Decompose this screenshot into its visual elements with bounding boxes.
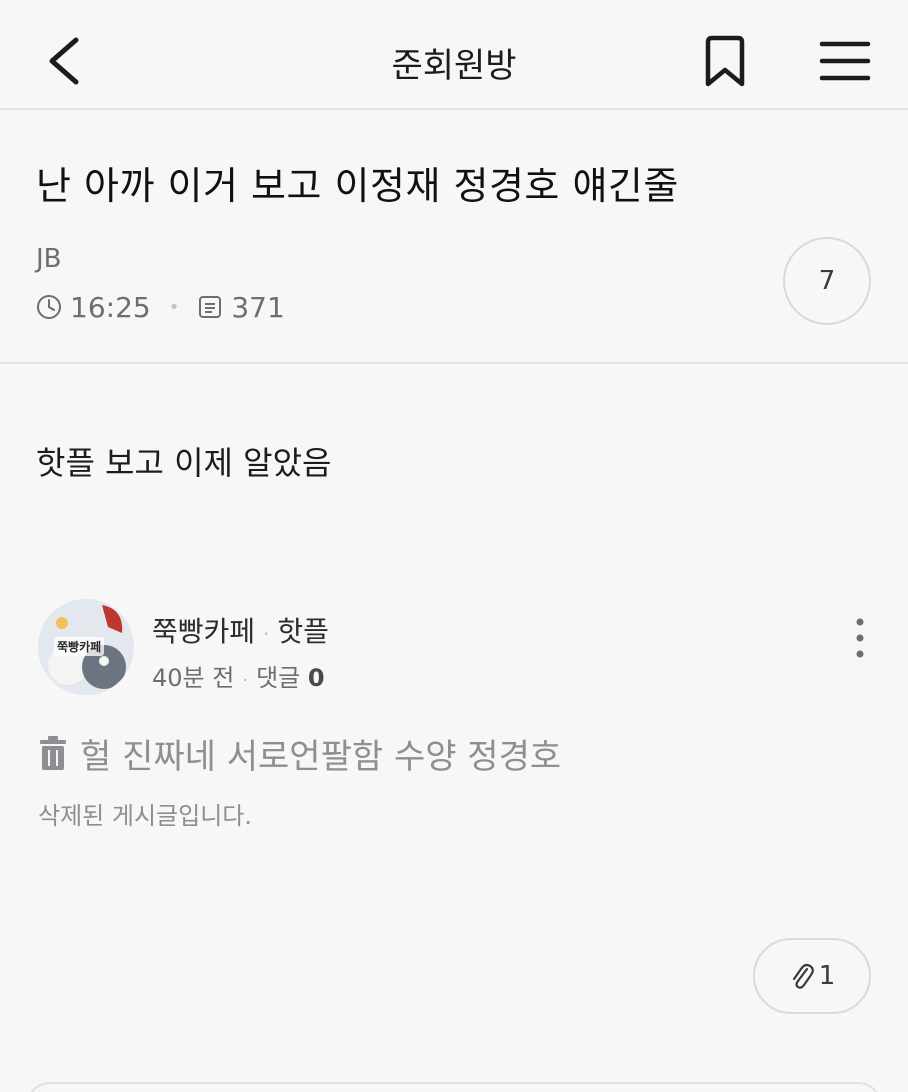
top-nav-bar: 준회원방 (0, 0, 908, 110)
paperclip-icon (792, 963, 814, 989)
post-time: 16:25 (70, 290, 151, 324)
post-author[interactable]: JB (36, 244, 62, 274)
cafe-info: 쭉빵카페 · 핫플 (152, 610, 329, 650)
cafe-name[interactable]: 쭉빵카페 (152, 615, 255, 648)
clock-icon (37, 295, 61, 319)
post-body: 핫플 보고 이제 알았음 (36, 444, 332, 482)
post-page: 준회원방 난 아까 이거 보고 이정재 정경호 얘긴줄 JB 16:25 • 3… (0, 0, 908, 1092)
cafe-separator: · (263, 622, 270, 646)
more-options-button[interactable] (846, 616, 874, 660)
deleted-post-message: 삭제된 게시글입니다. (38, 802, 252, 830)
cafe-meta-separator: · (242, 670, 249, 691)
post-title: 난 아까 이거 보고 이정재 정경호 얘긴줄 (36, 164, 679, 208)
cafe-avatar-text: 쭉빵카페 (54, 637, 105, 656)
cafe-comments-count: 0 (307, 664, 325, 692)
attachment-count: 1 (818, 961, 836, 991)
deleted-post-title-text: 헐 진짜네 서로언팔함 수양 정경호 (80, 736, 562, 777)
cafe-avatar[interactable]: 쭉빵카페 (38, 599, 134, 695)
cafe-comments-label: 댓글 (256, 664, 301, 692)
attachment-button[interactable]: 1 (753, 938, 871, 1014)
more-vertical-icon (856, 618, 864, 658)
post-views: 371 (231, 290, 285, 324)
bookmark-icon (705, 35, 745, 87)
deleted-post-title[interactable]: 헐 진짜네 서로언팔함 수양 정경호 (38, 730, 562, 777)
post-meta: 16:25 • 371 (36, 290, 285, 324)
comment-count-button[interactable]: 7 (783, 237, 871, 325)
header-divider (0, 362, 908, 364)
trash-icon (40, 736, 66, 770)
bookmark-button[interactable] (700, 34, 750, 90)
board-title: 준회원방 (391, 46, 517, 86)
meta-separator: • (168, 296, 180, 318)
bottom-content-box[interactable] (26, 1082, 882, 1092)
cafe-board[interactable]: 핫플 (277, 615, 329, 648)
document-icon (199, 296, 222, 318)
cafe-post-meta: 40분 전 · 댓글 0 (152, 658, 325, 693)
hamburger-menu-icon (819, 41, 871, 81)
menu-button[interactable] (818, 38, 872, 84)
cafe-post-age: 40분 전 (152, 664, 235, 692)
